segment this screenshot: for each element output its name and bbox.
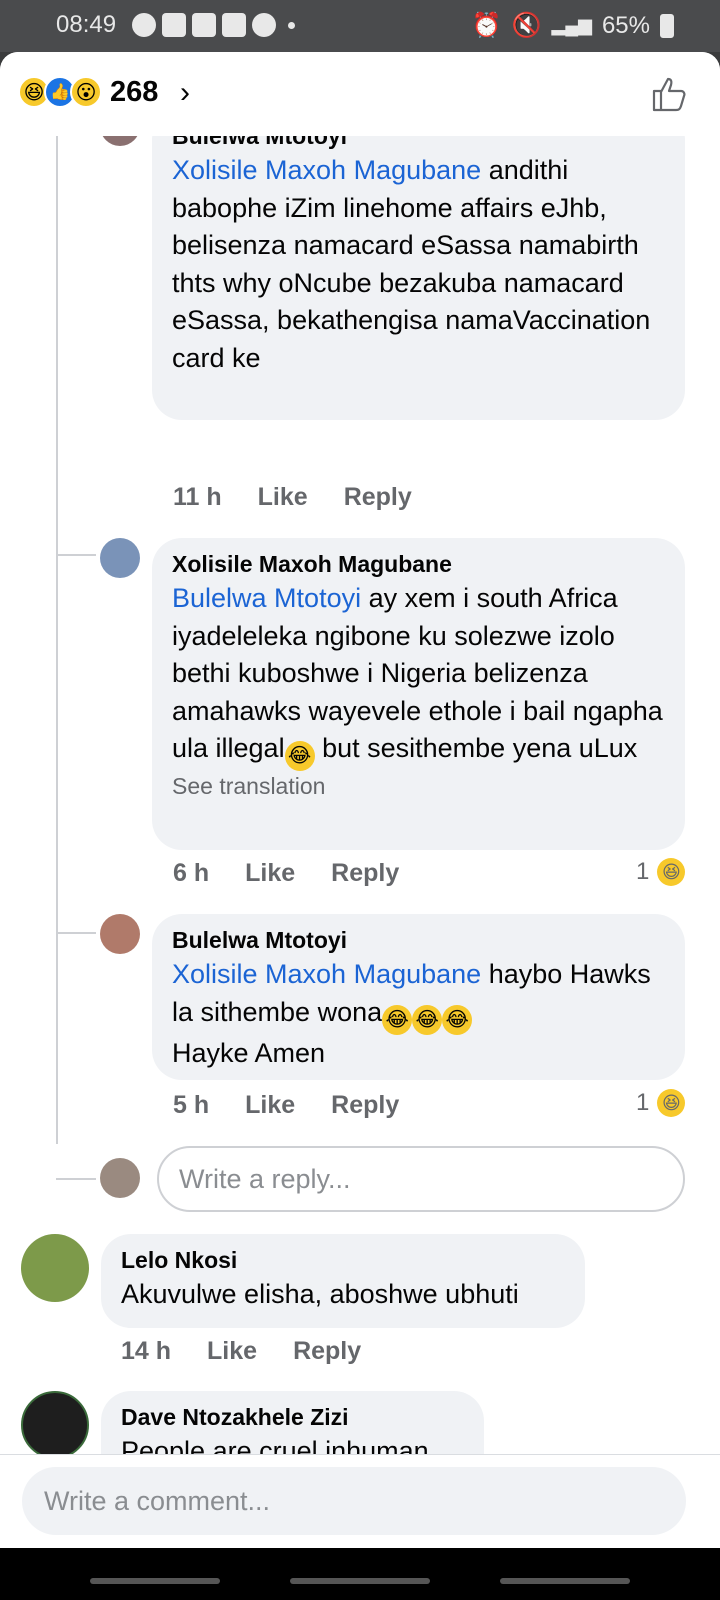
comment-meta: 11 h Like Reply xyxy=(173,483,448,512)
comment-time: 6 h xyxy=(173,859,210,887)
comment-bubble: Xolisile Maxoh Magubane Bulelwa Mtotoyi … xyxy=(152,538,685,850)
status-bar: 08:49 ⏰ 🔇 ▂▄▆ 65% xyxy=(0,0,720,52)
comment-reactions[interactable]: 1 😆 xyxy=(636,1089,686,1117)
reply-input-placeholder: Write a reply... xyxy=(179,1163,351,1194)
comment-composer: Write a comment... xyxy=(0,1454,720,1548)
comment-author[interactable]: Xolisile Maxoh Magubane xyxy=(172,548,665,580)
chevron-right-icon[interactable]: › xyxy=(180,76,190,110)
comment-author[interactable]: Bulelwa Mtotoyi xyxy=(172,136,665,152)
avatar[interactable] xyxy=(100,136,140,146)
mention-link[interactable]: Bulelwa Mtotoyi xyxy=(172,583,361,613)
comment-bubble: Bulelwa Mtotoyi Xolisile Maxoh Magubane … xyxy=(152,914,685,1080)
comment-time: 11 h xyxy=(173,483,222,511)
haha-reaction-icon: 😆 xyxy=(657,858,686,886)
recent-apps-button[interactable] xyxy=(90,1578,220,1584)
comment-text: Akuvulwe elisha, aboshwe ubhuti xyxy=(121,1279,519,1309)
avatar[interactable] xyxy=(100,538,140,578)
wow-reaction-icon: 😮 xyxy=(70,76,102,108)
facebook-icon xyxy=(132,13,156,37)
signal-icon: ▂▄▆ xyxy=(551,15,592,35)
system-icons: ⏰ 🔇 ▂▄▆ 65% xyxy=(472,11,674,40)
thread-branch xyxy=(56,1178,96,1180)
laughing-crying-emoji-icon: 😂 xyxy=(382,1004,413,1035)
reply-button[interactable]: Reply xyxy=(293,1337,361,1366)
reply-button[interactable]: Reply xyxy=(344,483,412,512)
thread-branch xyxy=(56,932,96,934)
status-time: 08:49 xyxy=(56,11,117,38)
battery-icon xyxy=(660,13,674,38)
laughing-crying-emoji-icon: 😂 xyxy=(412,1004,443,1035)
back-button[interactable] xyxy=(500,1578,630,1584)
reply-input[interactable]: Write a reply... xyxy=(157,1146,685,1212)
laughing-crying-emoji-icon: 😂 xyxy=(442,1004,473,1035)
like-thumb-icon[interactable] xyxy=(650,74,690,114)
comment-meta: 14 h Like Reply xyxy=(121,1337,397,1366)
comment-bubble: Lelo Nkosi Akuvulwe elisha, aboshwe ubhu… xyxy=(101,1234,585,1328)
comment-thread: Bulelwa Mtotoyi Xolisile Maxoh Magubane … xyxy=(0,136,720,1536)
comment-time: 14 h xyxy=(121,1337,172,1365)
avatar[interactable] xyxy=(21,1234,89,1302)
see-translation-link[interactable]: See translation xyxy=(172,771,665,801)
more-notifications-icon xyxy=(288,21,295,29)
comment-text: Xolisile Maxoh Magubane andithi babophe … xyxy=(172,155,651,373)
youtube-icon xyxy=(162,13,186,37)
comment-author[interactable]: Dave Ntozakhele Zizi xyxy=(121,1401,464,1433)
current-user-avatar xyxy=(100,1158,140,1198)
comment-meta: 5 h Like Reply xyxy=(173,1091,435,1120)
battery-level: 65% xyxy=(601,11,650,39)
reply-button[interactable]: Reply xyxy=(331,859,399,888)
avatar[interactable] xyxy=(21,1391,89,1459)
comment-text: Xolisile Maxoh Magubane haybo Hawks la s… xyxy=(172,959,651,1068)
comments-sheet: 😆 👍 😮 268 › Bulelwa Mtotoyi Xolisile Max… xyxy=(0,52,720,1600)
mute-icon: 🔇 xyxy=(511,12,542,39)
comment-text: Bulelwa Mtotoyi ay xem i south Africa iy… xyxy=(172,580,665,771)
laughing-crying-emoji-icon: 😂 xyxy=(284,741,315,771)
mention-link[interactable]: Xolisile Maxoh Magubane xyxy=(172,959,481,989)
notification-icons xyxy=(132,13,295,37)
avatar[interactable] xyxy=(100,914,140,954)
app-icon xyxy=(252,13,276,37)
comment-reactions[interactable]: 1 😆 xyxy=(636,858,686,886)
reply-button[interactable]: Reply xyxy=(331,1091,399,1120)
comment-author[interactable]: Lelo Nkosi xyxy=(121,1244,565,1276)
comment-meta: 6 h Like Reply xyxy=(173,859,435,888)
comment-time: 5 h xyxy=(173,1091,210,1119)
thread-line xyxy=(56,136,58,1144)
comment-input[interactable]: Write a comment... xyxy=(22,1467,686,1535)
like-button[interactable]: Like xyxy=(258,483,308,512)
reaction-icons[interactable]: 😆 👍 😮 xyxy=(18,76,102,108)
like-button[interactable]: Like xyxy=(207,1337,257,1366)
system-navigation-bar xyxy=(0,1548,720,1600)
comment-bubble: Bulelwa Mtotoyi Xolisile Maxoh Magubane … xyxy=(152,136,685,420)
mention-link[interactable]: Xolisile Maxoh Magubane xyxy=(172,155,481,185)
haha-reaction-icon: 😆 xyxy=(657,1089,686,1117)
comment-input-placeholder: Write a comment... xyxy=(44,1485,271,1516)
like-button[interactable]: Like xyxy=(245,859,295,888)
reactions-header: 😆 👍 😮 268 › xyxy=(0,52,720,136)
like-button[interactable]: Like xyxy=(245,1091,295,1120)
youtube-icon xyxy=(192,13,216,37)
comment-author[interactable]: Bulelwa Mtotoyi xyxy=(172,924,665,956)
home-button[interactable] xyxy=(290,1578,430,1584)
thread-branch xyxy=(56,554,96,556)
calendar-icon xyxy=(222,13,246,37)
alarm-icon: ⏰ xyxy=(471,12,502,39)
reaction-count[interactable]: 268 xyxy=(110,76,158,109)
